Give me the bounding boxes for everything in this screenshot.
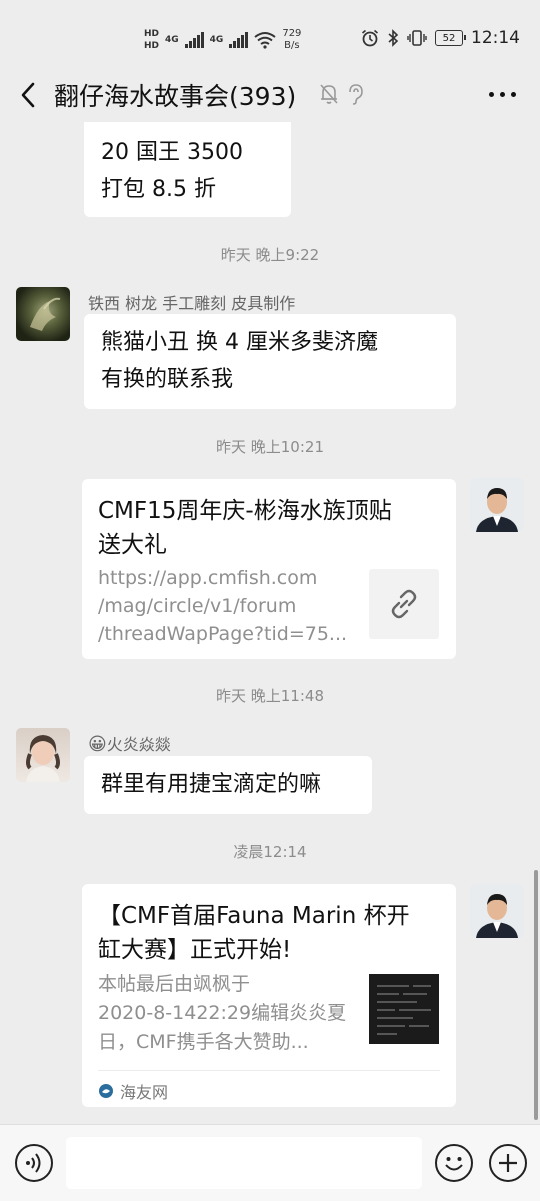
plus-icon — [499, 1154, 517, 1172]
sender-name: 铁西 树龙 手工雕刻 皮具制作 — [88, 294, 296, 313]
sender-name: 😀火炎焱燚 — [88, 731, 171, 755]
timestamp: 昨天 晚上10:21 — [216, 438, 324, 456]
article-card[interactable]: 【CMF首届Fauna Marin 杯开 缸大赛】正式开始! 本帖最后由飒枫于 … — [82, 884, 456, 1107]
avatar[interactable] — [470, 884, 524, 938]
avatar[interactable] — [16, 287, 70, 341]
battery-indicator: 52 — [435, 30, 466, 46]
sender-name-text: 火炎焱燚 — [106, 735, 171, 754]
message-text-line: 有换的联系我 — [101, 367, 234, 392]
avatar-image — [470, 478, 524, 532]
network-type-1: 4G — [165, 35, 179, 45]
signal-icon — [229, 32, 249, 48]
timestamp: 昨天 晚上9:22 — [220, 246, 320, 264]
hd-bottom-label: HD — [144, 41, 160, 51]
link-title-line: CMF15周年庆-彬海水族顶贴 — [98, 498, 392, 524]
plus-button[interactable] — [489, 1144, 527, 1182]
article-description-line: 日，CMF携手各大赞助... — [98, 1031, 309, 1053]
message-text-line: 打包 8.5 折 — [101, 177, 216, 202]
back-arrow-icon[interactable] — [14, 78, 44, 112]
more-dots-icon[interactable] — [489, 92, 516, 97]
chat-title: 翻仔海水故事会(393) — [54, 82, 297, 111]
message-bubble[interactable]: 群里有用捷宝滴定的嘛 — [84, 756, 372, 814]
timestamp: 昨天 晚上11:48 — [216, 687, 324, 705]
network-indicators: HD HD 4G 4G 729 B/s — [144, 24, 301, 56]
speed-unit: B/s — [284, 40, 300, 51]
hd-top-label: HD — [144, 29, 160, 39]
message-bubble[interactable]: 熊猫小丑 换 4 厘米多斐济魔 有换的联系我 — [84, 314, 456, 409]
link-title-line: 送大礼 — [98, 532, 167, 558]
message-text-line: 熊猫小丑 换 4 厘米多斐济魔 — [101, 330, 378, 355]
thumbnail-image — [369, 974, 439, 1044]
emoji-button[interactable] — [435, 1144, 473, 1182]
link-icon — [391, 589, 417, 619]
sender-emoji: 😀 — [88, 734, 107, 755]
article-description-line: 本帖最后由飒枫于 — [98, 973, 251, 995]
hd-indicator: HD HD — [144, 29, 159, 51]
voice-button[interactable] — [15, 1144, 53, 1182]
avatar[interactable] — [16, 728, 70, 782]
network-type-2: 4G — [209, 35, 224, 45]
ear-icon — [349, 84, 363, 105]
avatar[interactable] — [470, 478, 524, 532]
clock: 12:14 — [471, 28, 520, 48]
avatar-image — [30, 297, 61, 331]
link-thumbnail — [369, 569, 439, 639]
vibrate-icon — [407, 30, 427, 46]
article-description-line: 2020-8-1422:29编辑炎炎夏 — [98, 1002, 347, 1024]
message-text: 群里有用捷宝滴定的嘛 — [101, 772, 322, 797]
message-text-line: 20 国王 3500 — [101, 140, 243, 165]
link-description-line: /threadWapPage?tid=75... — [98, 623, 348, 645]
avatar-image — [470, 884, 524, 938]
mute-bell-icon — [320, 84, 338, 104]
status-right: 52 12:14 — [361, 28, 520, 48]
emoji-icon — [445, 1157, 463, 1171]
voice-icon — [26, 1153, 41, 1173]
network-speed: 729 B/s — [282, 28, 301, 52]
status-bar: HD HD 4G 4G 729 B/s 52 12:14 — [0, 0, 540, 78]
article-title-line: 缸大赛】正式开始! — [98, 937, 292, 963]
signal-icon — [184, 32, 204, 48]
article-title-line: 【CMF首届Fauna Marin 杯开 — [98, 903, 410, 929]
battery-level: 52 — [442, 32, 456, 44]
source-logo-icon — [99, 1084, 113, 1098]
timestamp: 凌晨12:14 — [233, 843, 307, 861]
article-source: 海友网 — [98, 1079, 168, 1103]
wifi-icon — [254, 32, 276, 49]
message-input[interactable] — [66, 1137, 422, 1189]
article-thumbnail — [369, 974, 439, 1044]
article-source-name: 海友网 — [120, 1083, 169, 1102]
input-bar — [0, 1124, 540, 1201]
link-description-line: /mag/circle/v1/forum — [98, 595, 297, 617]
card-divider — [98, 1070, 440, 1071]
scrollbar[interactable] — [534, 870, 538, 1120]
speed-value: 729 — [282, 28, 302, 39]
message-bubble[interactable]: 20 国王 3500 打包 8.5 折 — [84, 122, 291, 217]
chat-header: 翻仔海水故事会(393) — [0, 70, 540, 120]
link-card[interactable]: CMF15周年庆-彬海水族顶贴 送大礼 https://app.cmfish.c… — [82, 479, 456, 659]
bluetooth-icon — [388, 29, 399, 47]
avatar-image — [26, 735, 60, 782]
alarm-icon — [361, 29, 379, 47]
link-description-line: https://app.cmfish.com — [98, 567, 318, 589]
